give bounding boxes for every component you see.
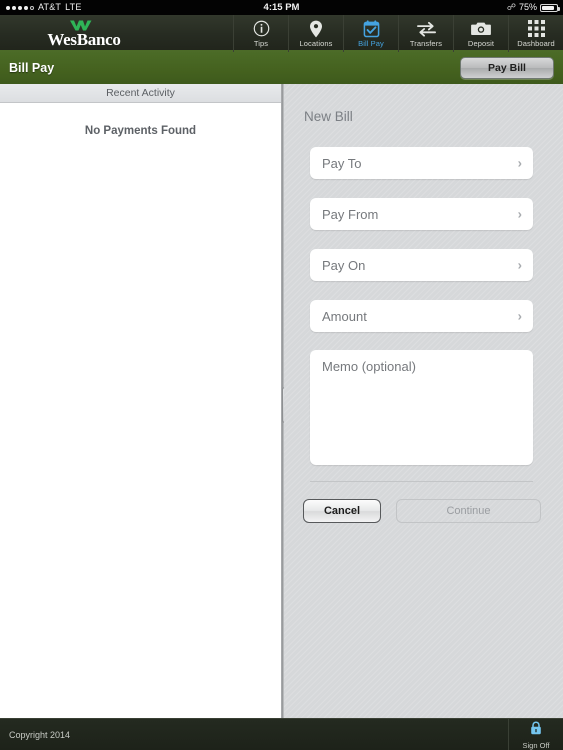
pay-bill-button[interactable]: Pay Bill <box>460 57 554 79</box>
status-bar-right: ☍ 75% <box>506 0 560 15</box>
info-circle-icon <box>253 20 270 38</box>
app-header: WesBanco Tips Locations Bill Pay Transfe… <box>0 15 563 52</box>
nav-tab-bill-pay[interactable]: Bill Pay <box>343 15 398 52</box>
page-title: Bill Pay <box>9 61 55 75</box>
copyright-label: Copyright 2014 <box>9 730 71 740</box>
app-window: AT&T LTE 4:15 PM ☍ 75% WesBanco Tips Loc… <box>0 0 563 750</box>
chevron-right-icon: › <box>517 155 522 171</box>
field-pay-to[interactable]: Pay To › <box>310 147 533 179</box>
nav-tab-label: Locations <box>299 38 333 48</box>
sign-off-button[interactable]: Sign Off <box>508 719 563 750</box>
lock-icon <box>530 721 542 740</box>
nav-tab-locations[interactable]: Locations <box>288 15 343 52</box>
nav-tab-label: Transfers <box>409 38 443 48</box>
brand-name: WesBanco <box>47 29 121 49</box>
calendar-check-icon <box>363 19 380 38</box>
nav-tab-label: Bill Pay <box>358 38 384 48</box>
nav-tab-label: Dashboard <box>517 38 555 48</box>
nav-tab-label: Deposit <box>467 38 495 48</box>
nav-tab-dashboard[interactable]: Dashboard <box>508 15 563 52</box>
new-bill-pane: New Bill Pay To › Pay From › Pay On › Am… <box>284 84 563 718</box>
app-footer: Copyright 2014 Sign Off <box>0 718 563 750</box>
bluetooth-icon: ☍ <box>506 2 516 12</box>
sign-off-label: Sign Off <box>522 740 550 750</box>
brand-logo[interactable]: WesBanco <box>24 18 144 50</box>
battery-percent-label: 75% <box>518 2 537 12</box>
chevron-right-icon: › <box>517 257 522 273</box>
grid-icon <box>527 20 545 38</box>
field-amount[interactable]: Amount › <box>310 300 533 332</box>
chevron-right-icon: › <box>517 308 522 324</box>
field-label: Amount <box>322 308 367 324</box>
status-bar: AT&T LTE 4:15 PM ☍ 75% <box>0 0 563 15</box>
recent-activity-pane: Recent Activity No Payments Found <box>0 84 281 718</box>
memo-placeholder-label: Memo (optional) <box>322 359 416 374</box>
field-label: Pay On <box>322 257 366 273</box>
memo-input[interactable]: Memo (optional) <box>310 350 533 465</box>
chevron-right-icon: › <box>517 206 522 222</box>
split-view: Recent Activity No Payments Found New Bi… <box>0 84 563 718</box>
nav-tab-tips[interactable]: Tips <box>233 15 288 52</box>
main-nav: Tips Locations Bill Pay Transfers Deposi… <box>233 15 563 52</box>
empty-state-message: No Payments Found <box>84 125 197 137</box>
battery-icon <box>540 3 560 12</box>
form-divider <box>310 481 533 482</box>
field-pay-on[interactable]: Pay On › <box>310 249 533 281</box>
page-title-bar: Bill Pay Pay Bill <box>0 52 563 84</box>
field-label: Pay To <box>322 155 362 171</box>
nav-tab-label: Tips <box>253 38 269 48</box>
field-pay-from[interactable]: Pay From › <box>310 198 533 230</box>
camera-icon <box>471 20 491 38</box>
new-bill-title: New Bill <box>304 109 353 124</box>
recent-activity-header: Recent Activity <box>0 84 281 103</box>
map-pin-icon <box>309 20 323 38</box>
continue-button: Continue <box>396 499 541 523</box>
field-label: Pay From <box>322 206 379 222</box>
cancel-button[interactable]: Cancel <box>303 499 381 523</box>
transfer-arrows-icon <box>416 20 437 38</box>
nav-tab-deposit[interactable]: Deposit <box>453 15 508 52</box>
nav-tab-transfers[interactable]: Transfers <box>398 15 453 52</box>
clock-label: 4:15 PM <box>263 2 300 13</box>
